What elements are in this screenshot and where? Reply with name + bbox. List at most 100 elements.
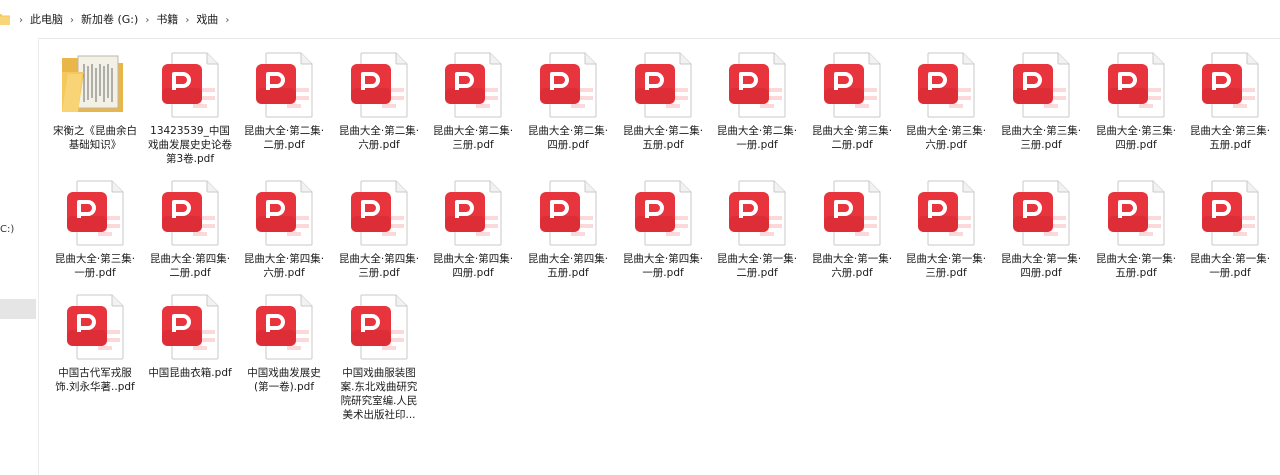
pdf-file-icon: [237, 176, 331, 248]
breadcrumb-item-books[interactable]: 书籍: [154, 12, 180, 28]
pdf-file-item[interactable]: 13423539_中国戏曲发展史史论卷第3卷.pdf: [143, 48, 237, 166]
file-name-label: 13423539_中国戏曲发展史史论卷第3卷.pdf: [148, 125, 232, 165]
pdf-file-icon: [332, 290, 426, 362]
pdf-file-icon: [521, 176, 615, 248]
pdf-file-icon: [237, 48, 331, 120]
breadcrumb: › 此电脑 › 新加卷 (G:) › 书籍 › 戏曲 ›: [14, 12, 234, 28]
pdf-file-icon: [710, 48, 804, 120]
pdf-file-item[interactable]: 昆曲大全·第三集·四册.pdf: [1089, 48, 1183, 152]
pdf-file-item[interactable]: 昆曲大全·第一集·一册.pdf: [1183, 176, 1277, 280]
pdf-file-item[interactable]: 昆曲大全·第一集·五册.pdf: [1089, 176, 1183, 280]
chevron-right-icon[interactable]: ›: [180, 15, 194, 26]
pdf-file-icon: [899, 176, 993, 248]
file-name-label: 昆曲大全·第一集·一册.pdf: [1189, 253, 1271, 279]
nav-item-drive-c[interactable]: C:): [0, 224, 14, 235]
pdf-file-icon: [994, 176, 1088, 248]
chevron-right-icon[interactable]: ›: [14, 15, 28, 26]
folder-item[interactable]: 宋衡之《昆曲余白基础知识》: [48, 48, 142, 152]
pdf-file-item[interactable]: 昆曲大全·第四集·六册.pdf: [237, 176, 331, 280]
pdf-file-icon: [332, 48, 426, 120]
file-name-label: 昆曲大全·第三集·六册.pdf: [905, 125, 987, 151]
file-name-label: 昆曲大全·第三集·一册.pdf: [54, 253, 136, 279]
pdf-file-item[interactable]: 昆曲大全·第一集·二册.pdf: [710, 176, 804, 280]
pdf-file-item[interactable]: 昆曲大全·第四集·四册.pdf: [426, 176, 520, 280]
pdf-file-item[interactable]: 昆曲大全·第三集·二册.pdf: [805, 48, 899, 152]
chevron-right-icon[interactable]: ›: [140, 15, 154, 26]
file-name-label: 昆曲大全·第四集·五册.pdf: [527, 253, 609, 279]
file-name-label: 昆曲大全·第四集·二册.pdf: [149, 253, 231, 279]
pdf-file-icon: [237, 290, 331, 362]
file-name-label: 昆曲大全·第一集·三册.pdf: [905, 253, 987, 279]
pdf-file-icon: [48, 176, 142, 248]
file-name-label: 昆曲大全·第四集·三册.pdf: [338, 253, 420, 279]
pdf-file-icon: [805, 176, 899, 248]
pdf-file-item[interactable]: 昆曲大全·第一集·三册.pdf: [899, 176, 993, 280]
file-name-label: 中国戏曲发展史(第一卷).pdf: [247, 367, 321, 393]
file-name-label: 昆曲大全·第二集·二册.pdf: [243, 125, 325, 151]
pdf-file-item[interactable]: 昆曲大全·第二集·三册.pdf: [426, 48, 520, 152]
breadcrumb-item-drive-g[interactable]: 新加卷 (G:): [79, 12, 140, 28]
pdf-file-item[interactable]: 昆曲大全·第三集·五册.pdf: [1183, 48, 1277, 152]
pdf-file-item[interactable]: 昆曲大全·第三集·一册.pdf: [48, 176, 142, 280]
pdf-file-item[interactable]: 昆曲大全·第二集·四册.pdf: [521, 48, 615, 152]
breadcrumb-item-opera[interactable]: 戏曲: [194, 12, 220, 28]
folder-icon: [48, 48, 142, 120]
pdf-file-item[interactable]: 中国古代军戎服饰.刘永华著..pdf: [48, 290, 142, 394]
pdf-file-item[interactable]: 昆曲大全·第一集·四册.pdf: [994, 176, 1088, 280]
pdf-file-item[interactable]: 昆曲大全·第四集·五册.pdf: [521, 176, 615, 280]
pdf-file-item[interactable]: 昆曲大全·第二集·二册.pdf: [237, 48, 331, 152]
file-name-label: 昆曲大全·第三集·二册.pdf: [811, 125, 893, 151]
file-name-label: 昆曲大全·第二集·一册.pdf: [716, 125, 798, 151]
file-name-label: 昆曲大全·第二集·六册.pdf: [338, 125, 420, 151]
file-name-label: 昆曲大全·第一集·五册.pdf: [1095, 253, 1177, 279]
pdf-file-item[interactable]: 昆曲大全·第四集·三册.pdf: [332, 176, 426, 280]
file-name-label: 中国戏曲服装图案.东北戏曲研究院研究室编.人民美术出版社印...: [340, 367, 418, 421]
pdf-file-icon: [521, 48, 615, 120]
file-name-label: 昆曲大全·第三集·三册.pdf: [1000, 125, 1082, 151]
pdf-file-icon: [616, 48, 710, 120]
file-grid: 宋衡之《昆曲余白基础知识》 13423539_中国戏曲发展史史论卷第3卷.pdf…: [48, 48, 1280, 475]
pdf-file-icon: [426, 176, 520, 248]
file-name-label: 昆曲大全·第三集·四册.pdf: [1095, 125, 1177, 151]
file-name-label: 昆曲大全·第二集·五册.pdf: [622, 125, 704, 151]
file-name-label: 昆曲大全·第二集·四册.pdf: [527, 125, 609, 151]
chevron-right-icon[interactable]: ›: [220, 15, 234, 26]
pdf-file-icon: [426, 48, 520, 120]
pdf-file-item[interactable]: 昆曲大全·第二集·五册.pdf: [616, 48, 710, 152]
pdf-file-icon: [899, 48, 993, 120]
pdf-file-icon: [994, 48, 1088, 120]
file-name-label: 宋衡之《昆曲余白基础知识》: [53, 125, 137, 151]
folder-icon: [0, 14, 10, 25]
file-name-label: 昆曲大全·第一集·四册.pdf: [1000, 253, 1082, 279]
pdf-file-icon: [1089, 48, 1183, 120]
pdf-file-item[interactable]: 中国昆曲衣箱.pdf: [143, 290, 237, 380]
breadcrumb-item-this-pc[interactable]: 此电脑: [28, 12, 65, 28]
pdf-file-item[interactable]: 昆曲大全·第三集·六册.pdf: [899, 48, 993, 152]
pdf-file-item[interactable]: 中国戏曲发展史(第一卷).pdf: [237, 290, 331, 394]
pdf-file-icon: [48, 290, 142, 362]
pdf-file-item[interactable]: 昆曲大全·第一集·六册.pdf: [805, 176, 899, 280]
file-name-label: 中国古代军戎服饰.刘永华著..pdf: [55, 367, 135, 393]
pdf-file-item[interactable]: 昆曲大全·第四集·二册.pdf: [143, 176, 237, 280]
chevron-right-icon[interactable]: ›: [65, 15, 79, 26]
pdf-file-icon: [332, 176, 426, 248]
file-name-label: 昆曲大全·第一集·六册.pdf: [811, 253, 893, 279]
file-name-label: 昆曲大全·第四集·四册.pdf: [432, 253, 514, 279]
pdf-file-icon: [143, 290, 237, 362]
pdf-file-icon: [1183, 176, 1277, 248]
pdf-file-icon: [143, 48, 237, 120]
address-bar[interactable]: › 此电脑 › 新加卷 (G:) › 书籍 › 戏曲 ›: [0, 0, 1280, 39]
pdf-file-item[interactable]: 中国戏曲服装图案.东北戏曲研究院研究室编.人民美术出版社印...: [332, 290, 426, 422]
navigation-pane[interactable]: C:): [0, 38, 39, 475]
pdf-file-item[interactable]: 昆曲大全·第二集·一册.pdf: [710, 48, 804, 152]
file-name-label: 昆曲大全·第四集·一册.pdf: [622, 253, 704, 279]
nav-item-selected[interactable]: [0, 299, 36, 319]
pdf-file-item[interactable]: 昆曲大全·第三集·三册.pdf: [994, 48, 1088, 152]
pdf-file-icon: [143, 176, 237, 248]
pdf-file-icon: [1089, 176, 1183, 248]
pdf-file-item[interactable]: 昆曲大全·第二集·六册.pdf: [332, 48, 426, 152]
file-name-label: 中国昆曲衣箱.pdf: [148, 367, 232, 379]
pdf-file-icon: [616, 176, 710, 248]
pdf-file-item[interactable]: 昆曲大全·第四集·一册.pdf: [616, 176, 710, 280]
file-name-label: 昆曲大全·第三集·五册.pdf: [1189, 125, 1271, 151]
